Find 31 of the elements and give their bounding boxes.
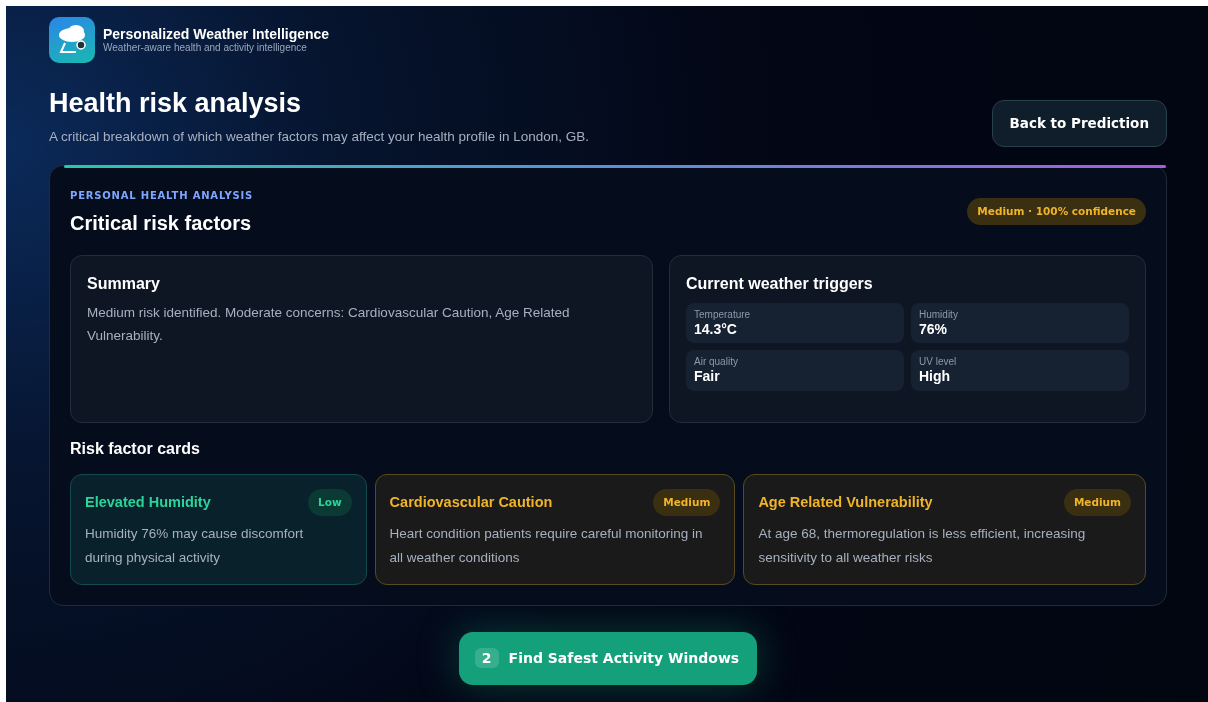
trigger-value: 76% [919, 320, 949, 338]
trigger-label: UV level [919, 356, 958, 369]
step-number: 2 [474, 647, 499, 668]
section-title: Critical risk factors [70, 210, 253, 236]
app-title: Personalized Weather Intelligence [103, 26, 330, 43]
trigger-label: Air quality [694, 356, 739, 369]
risk-card-title: Age Related Vulnerability [758, 492, 933, 512]
summary-title: Summary [87, 273, 161, 294]
risk-card-title: Cardiovascular Caution [389, 492, 553, 512]
trigger-value: High [919, 368, 952, 386]
risk-card-text: Humidity 76% may cause discomfort during physical activity [85, 525, 305, 567]
risk-card-text: At age 68, thermoregulation is less efficient, increasing sensitivity to all weather risks [758, 525, 1087, 567]
section-eyebrow: PERSONAL HEALTH ANALYSIS [70, 188, 254, 203]
summary-text: Medium risk identified. Moderate concerns: Cardiovascular Caution, Age Related Vulnerability. [87, 303, 571, 346]
trigger-value: 14.3°C [694, 320, 738, 338]
page-subtitle: A critical breakdown of which weather factors may affect your health profile in London, GB. [49, 128, 590, 147]
risk-card-text: Heart condition patients require careful monitoring in all weather conditions [389, 525, 704, 567]
trigger-value: Fair [694, 368, 721, 386]
back-button[interactable]: Back to Prediction [991, 100, 1167, 147]
app-subtitle: Weather-aware health and activity intelligence [103, 42, 308, 54]
level-badge: Medium [653, 488, 721, 517]
trigger-label: Temperature [694, 308, 752, 321]
page-title: Health risk analysis [49, 87, 303, 120]
trigger-label: Humidity [919, 308, 959, 321]
risk-badge: Medium · 100% confidence [967, 197, 1146, 226]
triggers-title: Current weather triggers [686, 273, 874, 294]
level-badge: Medium [1063, 488, 1131, 517]
level-badge: Low [308, 488, 352, 517]
risk-card-title: Elevated Humidity [85, 492, 211, 512]
logo-icon [49, 17, 95, 63]
cards-title: Risk factor cards [70, 438, 201, 459]
